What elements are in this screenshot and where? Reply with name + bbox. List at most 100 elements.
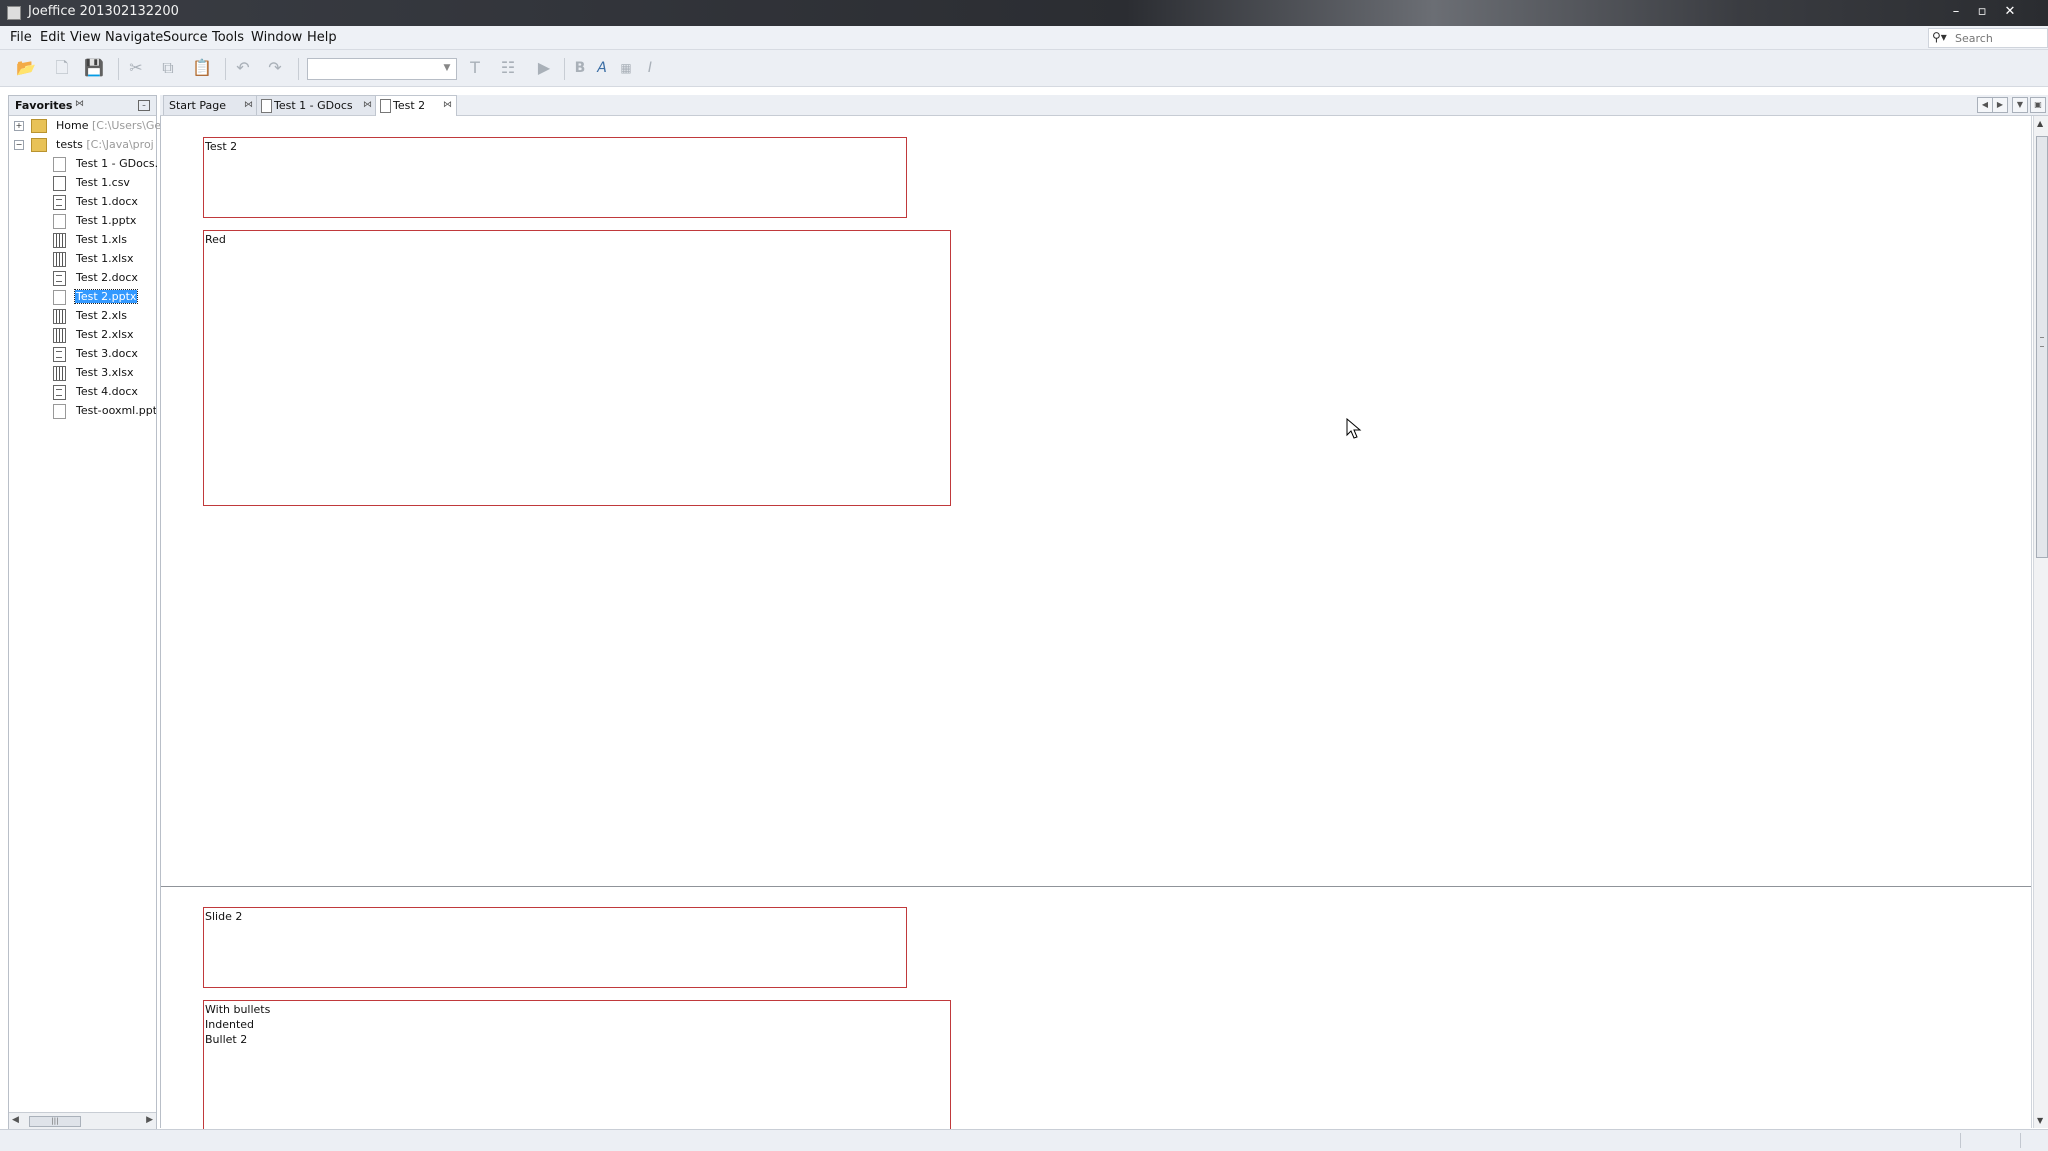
close-tab-icon[interactable]: ⋈	[244, 100, 253, 110]
tree-item-label: Test 3.xlsx	[76, 366, 134, 379]
presentation-file-icon	[261, 99, 272, 113]
slide-2-body-shape[interactable]: With bullets Indented Bullet 2	[203, 1000, 951, 1141]
run-icon[interactable]: ▶	[532, 56, 556, 80]
tree-item-label: Test 1 - GDocs.	[76, 157, 159, 170]
scroll-tabs-left-icon[interactable]: ◀	[1977, 97, 1993, 113]
list-item[interactable]: Test-ooxml.ppt	[9, 402, 156, 420]
scroll-left-icon[interactable]: ◀	[12, 1115, 19, 1125]
tree-item-home[interactable]: + Home [C:\Users\Ge	[9, 117, 161, 135]
folder-icon	[31, 138, 47, 152]
toolbar-separator	[298, 58, 299, 80]
close-window-button[interactable]: ✕	[1996, 2, 2024, 22]
list-item[interactable]: Test 3.xlsx	[9, 364, 156, 382]
maximize-editor-icon[interactable]: ▣	[2030, 97, 2046, 113]
tree-item-label: Test 1.docx	[76, 195, 138, 208]
minimize-button[interactable]: –	[1942, 2, 1970, 22]
close-tab-icon[interactable]: ⋈	[443, 100, 452, 110]
italic-icon[interactable]: I	[638, 56, 662, 80]
status-separator	[1960, 1133, 1961, 1148]
document-file-icon	[53, 195, 66, 210]
list-item[interactable]: Test 2.xls	[9, 307, 156, 325]
tree-item-label: Test 1.xlsx	[76, 252, 134, 265]
spreadsheet-file-icon	[53, 309, 66, 324]
scrollbar-thumb[interactable]: |||	[29, 1116, 81, 1127]
menu-file[interactable]: File	[10, 30, 32, 45]
menu-navigate[interactable]: Navigate	[105, 30, 163, 45]
format-all-icon[interactable]: ☷	[496, 56, 520, 80]
undo-icon[interactable]: ↶	[231, 56, 255, 80]
format-icon[interactable]: T	[463, 56, 487, 80]
tree-item-tests[interactable]: − tests [C:\Java\proj	[9, 136, 156, 154]
document-file-icon	[53, 385, 66, 400]
list-item[interactable]: Test 2.docx	[9, 269, 156, 287]
list-item[interactable]: Test 3.docx	[9, 345, 156, 363]
spreadsheet-file-icon	[53, 366, 66, 381]
cut-icon[interactable]: ✂	[124, 56, 148, 80]
menu-tools[interactable]: Tools	[212, 30, 244, 45]
style-combo[interactable]: ▼	[307, 58, 457, 80]
list-item[interactable]: Test 1.csv	[9, 174, 156, 192]
menu-window[interactable]: Window	[251, 30, 302, 45]
tab-list-icon[interactable]: ▼	[2012, 97, 2028, 113]
list-item[interactable]: Test 1.xls	[9, 231, 156, 249]
horizontal-scrollbar[interactable]: ◀ ||| ▶	[9, 1112, 156, 1129]
menu-help[interactable]: Help	[307, 30, 337, 45]
slide-divider	[161, 886, 2031, 887]
search-icon[interactable]: ⚲▾	[1932, 30, 1950, 46]
slide-editor: Test 2 Red Slide 2 With bullets Indented…	[160, 116, 2032, 1141]
chevron-down-icon[interactable]: ▼	[440, 61, 454, 75]
slide-1-title-shape[interactable]: Test 2	[203, 137, 907, 218]
grip-icon	[2040, 337, 2044, 347]
save-icon[interactable]: 💾	[82, 56, 106, 80]
tree-item-path: [C:\Java\proj	[86, 138, 154, 151]
minimize-panel-icon[interactable]: –	[138, 100, 150, 111]
vertical-scrollbar[interactable]: ▲ ▼	[2033, 116, 2048, 1128]
bold-icon[interactable]: B	[568, 56, 592, 80]
list-item[interactable]: Test 2.xlsx	[9, 326, 156, 344]
close-tab-icon[interactable]: ⋈	[363, 100, 372, 110]
list-item[interactable]: Test 1 - GDocs.	[9, 155, 159, 173]
expand-icon[interactable]: +	[14, 121, 24, 131]
slide-1-body-shape[interactable]: Red	[203, 230, 951, 506]
copy-icon[interactable]: ⧉	[156, 56, 180, 80]
mouse-cursor-icon	[1346, 418, 1362, 439]
favorites-title: Favorites	[15, 99, 73, 112]
new-file-icon[interactable]: 🗋	[50, 56, 74, 80]
document-file-icon	[53, 271, 66, 286]
spreadsheet-file-icon	[53, 328, 66, 343]
slide-2-title-shape[interactable]: Slide 2	[203, 907, 907, 988]
text-file-icon	[53, 176, 66, 191]
list-item[interactable]: Test 1.pptx	[9, 212, 156, 230]
list-item[interactable]: Test 1.xlsx	[9, 250, 156, 268]
close-icon[interactable]: ⋈	[75, 99, 84, 109]
paste-icon[interactable]: 📋	[190, 56, 214, 80]
scrollbar-thumb[interactable]	[2036, 136, 2048, 558]
redo-icon[interactable]: ↷	[263, 56, 287, 80]
scroll-up-icon[interactable]: ▲	[2037, 119, 2043, 128]
highlight-icon[interactable]: ▦	[614, 56, 638, 80]
collapse-icon[interactable]: −	[14, 140, 24, 150]
tree-item-label: Test 1.pptx	[76, 214, 137, 227]
presentation-file-icon	[380, 99, 391, 113]
menu-view[interactable]: View	[70, 30, 101, 45]
tab-test-2[interactable]: Test 2 ⋈	[375, 95, 457, 116]
document-file-icon	[53, 347, 66, 362]
text-color-icon[interactable]: A	[590, 56, 614, 80]
search-input[interactable]	[1953, 30, 2045, 46]
tab-start-page[interactable]: Start Page ⋈	[163, 95, 257, 115]
tab-label: Start Page	[169, 99, 226, 112]
open-folder-icon[interactable]: 📂	[14, 56, 38, 80]
tree-item-label: Home [C:\Users\Ge	[56, 119, 161, 132]
list-item-selected[interactable]: Test 2.pptx	[9, 288, 156, 306]
menu-source[interactable]: Source	[163, 30, 208, 45]
list-item[interactable]: Test 1.docx	[9, 193, 156, 211]
tab-test-1-gdocs[interactable]: Test 1 - GDocs ⋈	[256, 95, 376, 115]
list-item[interactable]: Test 4.docx	[9, 383, 156, 401]
scroll-right-icon[interactable]: ▶	[146, 1115, 153, 1125]
scroll-tabs-right-icon[interactable]: ▶	[1992, 97, 2008, 113]
menu-edit[interactable]: Edit	[40, 30, 65, 45]
scroll-down-icon[interactable]: ▼	[2037, 1116, 2043, 1125]
tree-item-label: Test 3.docx	[76, 347, 138, 360]
tree-item-label: Test 1.csv	[76, 176, 130, 189]
maximize-button[interactable]: ▫	[1968, 2, 1996, 22]
